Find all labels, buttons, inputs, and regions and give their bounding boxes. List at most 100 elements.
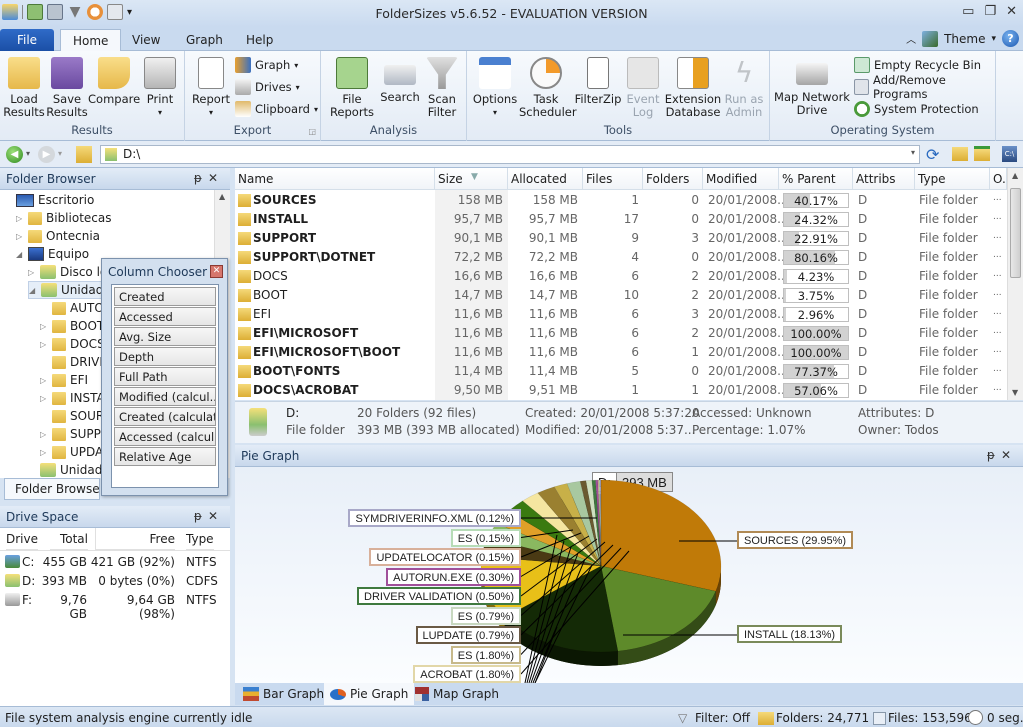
drive-row[interactable]: C: 455 GB 421 GB (92%) NTFS — [0, 553, 230, 572]
close-icon[interactable]: ✕ — [1001, 448, 1017, 462]
report-button[interactable]: Report ▾ — [187, 55, 235, 119]
column-chooser-item[interactable]: Accessed (calcul... — [114, 427, 216, 446]
column-header-size[interactable]: Size ▼ — [435, 168, 508, 190]
column-chooser-item[interactable]: Created — [114, 287, 216, 306]
tree-node[interactable]: Escritorio — [4, 191, 94, 209]
load-results-button[interactable]: Load Results — [0, 55, 48, 119]
column-header-modified[interactable]: Modified — [703, 168, 779, 190]
expand-icon[interactable]: ▷ — [28, 268, 36, 277]
column-chooser-item[interactable]: Accessed — [114, 307, 216, 326]
help-icon[interactable]: ? — [1002, 30, 1019, 47]
close-button[interactable]: ✕ — [1006, 4, 1017, 19]
refresh-button[interactable]: ⟳ — [926, 145, 939, 164]
tab-file[interactable]: File — [0, 29, 54, 51]
options-button[interactable]: Options ▾ — [471, 55, 519, 119]
tab-home[interactable]: Home — [60, 29, 122, 51]
expand-icon[interactable]: ▷ — [40, 394, 48, 403]
table-row[interactable]: EFI 11,6 MB 11,6 MB 6 3 20/01/2008... 2.96% D Fi… — [235, 305, 1007, 324]
tree-node[interactable]: ▷ DOCS — [40, 335, 105, 353]
drives-export-button[interactable]: Drives ▾ — [235, 77, 300, 97]
dialog-launcher-icon[interactable]: ◲ — [308, 127, 316, 136]
browse-folder-button[interactable] — [952, 147, 968, 161]
table-row[interactable]: SUPPORT\DOTNET 72,2 MB 72,2 MB 4 0 20/01/2008… — [235, 248, 1007, 267]
scroll-thumb[interactable] — [1010, 188, 1021, 278]
expand-icon[interactable]: ▷ — [16, 214, 24, 223]
tree-node[interactable]: ◢ Equipo — [16, 245, 89, 263]
expand-icon[interactable]: ▷ — [40, 376, 48, 385]
table-row[interactable]: BOOT\FONTS 11,4 MB 11,4 MB 5 0 20/01/2008... 7… — [235, 362, 1007, 381]
address-dropdown-icon[interactable]: ▾ — [911, 148, 915, 157]
collapse-ribbon-icon[interactable]: ︿ — [906, 31, 916, 46]
close-icon[interactable]: ✕ — [208, 171, 224, 185]
tree-node[interactable]: ▷ EFI — [40, 371, 88, 389]
tab-graph[interactable]: Graph — [174, 29, 235, 51]
pin-icon[interactable]: ᵽ — [194, 509, 208, 523]
forward-button[interactable]: ▶ — [38, 146, 55, 163]
expand-icon[interactable]: ▷ — [40, 322, 48, 331]
tree-node[interactable]: ▷ Bibliotecas — [16, 209, 111, 227]
map-network-drive-button[interactable]: Map Network Drive — [774, 55, 850, 117]
pin-icon[interactable]: ᵽ — [987, 448, 1001, 462]
column-header-total[interactable]: Total — [50, 528, 88, 550]
scan-filter-button[interactable]: Scan Filter — [421, 55, 463, 119]
up-folder-button[interactable] — [76, 146, 92, 163]
search-button[interactable]: Search — [377, 55, 423, 104]
scroll-up-icon[interactable]: ▲ — [1012, 171, 1018, 180]
clipboard-button[interactable]: Clipboard ▾ — [235, 99, 318, 119]
table-row[interactable]: DOCS 16,6 MB 16,6 MB 6 2 20/01/2008... 4.23% D F… — [235, 267, 1007, 286]
column-chooser-item[interactable]: Relative Age — [114, 447, 216, 466]
graph-export-button[interactable]: Graph ▾ — [235, 55, 298, 75]
close-icon[interactable]: ✕ — [208, 509, 224, 523]
tab-view[interactable]: View — [120, 29, 172, 51]
back-dropdown-icon[interactable]: ▾ — [26, 149, 30, 158]
column-header-parent[interactable]: % Parent — [779, 168, 853, 190]
expand-icon[interactable]: ▷ — [16, 232, 24, 241]
save-results-button[interactable]: Save Results — [43, 55, 91, 119]
file-reports-button[interactable]: File Reports — [327, 55, 377, 119]
status-filter[interactable]: Filter: Off — [695, 711, 750, 725]
expand-icon[interactable]: ▷ — [40, 340, 48, 349]
collapse-icon[interactable]: ◢ — [29, 286, 37, 295]
table-row[interactable]: SUPPORT 90,1 MB 90,1 MB 9 3 20/01/2008... 22.9… — [235, 229, 1007, 248]
compare-button[interactable]: Compare — [88, 55, 140, 106]
column-header-type[interactable]: Type — [186, 528, 214, 550]
pin-icon[interactable]: ᵽ — [194, 171, 208, 185]
event-log-button[interactable]: Event Log — [621, 55, 665, 119]
table-row[interactable]: EFI\MICROSOFT 11,6 MB 11,6 MB 6 2 20/01/2008.… — [235, 324, 1007, 343]
list-scrollbar[interactable]: ▲ ▼ — [1007, 168, 1023, 400]
folder-browser-tab[interactable]: Folder Browser — [4, 478, 100, 500]
drive-row[interactable]: D: 393 MB 0 bytes (0%) CDFS — [0, 572, 230, 591]
column-chooser-item[interactable]: Full Path — [114, 367, 216, 386]
expand-icon[interactable]: ▷ — [40, 430, 48, 439]
theme-button[interactable]: Theme — [944, 32, 985, 46]
filterzip-button[interactable]: FilterZip — [573, 55, 623, 106]
tab-pie-graph[interactable]: Pie Graph — [324, 683, 415, 705]
column-header-type[interactable]: Type — [915, 168, 990, 190]
column-header-attribs[interactable]: Attribs — [853, 168, 915, 190]
column-header-files[interactable]: Files — [583, 168, 643, 190]
table-row[interactable]: BOOT 14,7 MB 14,7 MB 10 2 20/01/2008... 3.75% D… — [235, 286, 1007, 305]
column-chooser-item[interactable]: Modified (calcul... — [114, 387, 216, 406]
task-scheduler-button[interactable]: Task Scheduler — [519, 55, 577, 119]
tab-bar-graph[interactable]: Bar Graph — [237, 683, 330, 705]
drive-row[interactable]: F: 9,76 GB 9,64 GB (98%) NTFS — [0, 591, 230, 621]
address-input[interactable]: D:\ ▾ — [100, 145, 920, 164]
column-chooser-item[interactable]: Avg. Size — [114, 327, 216, 346]
table-row[interactable]: EFI\MICROSOFT\BOOT 11,6 MB 11,6 MB 6 1 20/01/… — [235, 343, 1007, 362]
forward-dropdown-icon[interactable]: ▾ — [58, 149, 62, 158]
tree-node[interactable]: ▷ Ontecnia — [16, 227, 100, 245]
add-remove-programs-button[interactable]: Add/Remove Programs — [854, 73, 995, 101]
table-row[interactable]: INSTALL 95,7 MB 95,7 MB 17 0 20/01/2008... 24.… — [235, 210, 1007, 229]
column-chooser-item[interactable]: Depth — [114, 347, 216, 366]
print-button[interactable]: Print ▾ — [136, 55, 184, 119]
table-row[interactable]: SOURCES 158 MB 158 MB 1 0 20/01/2008... 40.17%… — [235, 191, 1007, 210]
new-folder-button[interactable] — [974, 146, 990, 161]
extension-database-button[interactable]: Extension Database — [663, 55, 723, 119]
table-row[interactable]: DOCS\ACROBAT 9,50 MB 9,51 MB 1 1 20/01/2008..… — [235, 381, 1007, 400]
column-header-owner[interactable]: O. — [990, 168, 1007, 190]
column-header-allocated[interactable]: Allocated — [508, 168, 583, 190]
close-column-chooser-button[interactable]: ✕ — [210, 265, 223, 278]
tab-map-graph[interactable]: Map Graph — [409, 683, 505, 705]
system-protection-button[interactable]: System Protection — [854, 99, 979, 119]
command-prompt-button[interactable]: C:\ — [1002, 146, 1017, 162]
